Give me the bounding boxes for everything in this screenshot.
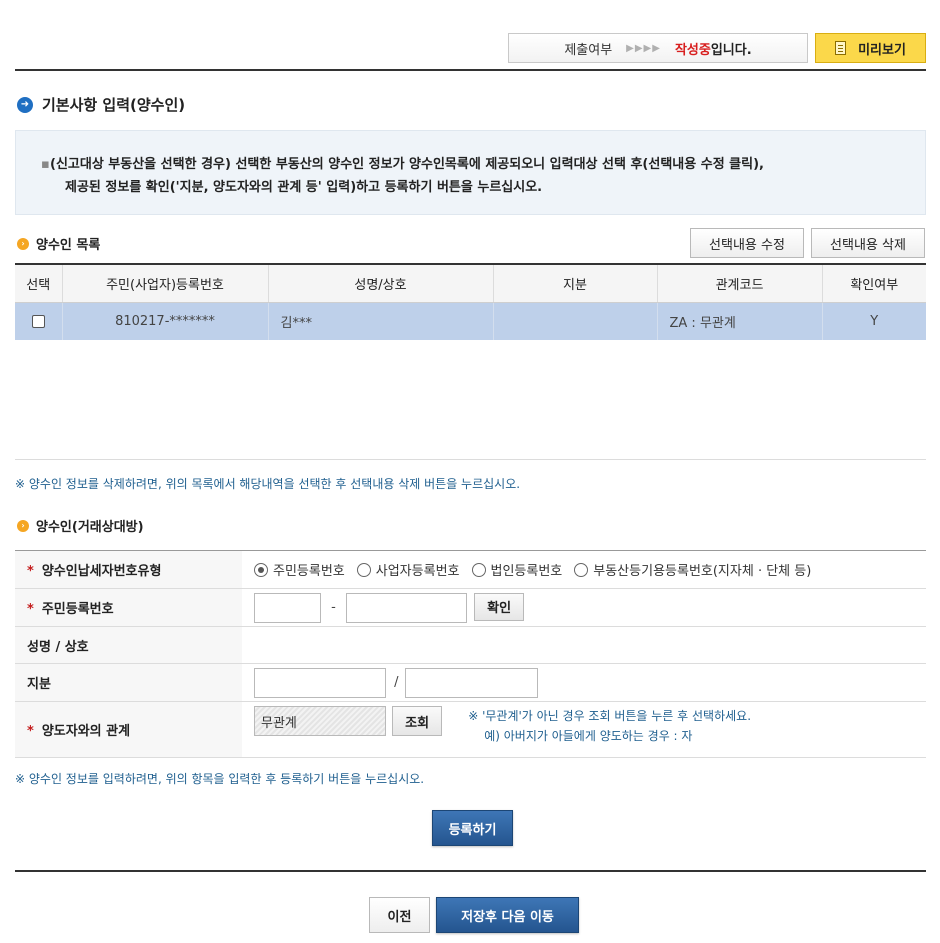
share-label: 지분 — [27, 677, 51, 692]
name-label-cell: 성명 / 상호 — [15, 626, 242, 664]
taxid-type-radio-group: 주민등록번호 사업자등록번호 법인등록번호 부동산등기용등록번호(지자체 · 단… — [254, 560, 926, 579]
radio-corporate-button[interactable] — [471, 562, 486, 577]
required-icon: * — [27, 564, 34, 579]
share-numerator-input[interactable] — [254, 667, 386, 698]
submission-status: 제출여부 ▶▶▶▶ 작성중 입니다. — [508, 33, 808, 63]
status-suffix: 입니다. — [710, 42, 752, 58]
radio-corporate[interactable]: 법인등록번호 — [471, 560, 563, 579]
form-row-taxid-type: * 양수인납세자번호유형 주민등록번호 사업자등록번호 법인등록번호 부동산등기용… — [15, 550, 926, 589]
relation-note: ※ '무관계'가 아닌 경우 조회 버튼을 누른 후 선택하세요. 예) 아버지… — [468, 706, 751, 746]
col-header-share: 지분 — [493, 263, 658, 303]
relation-label: 양도자와의 관계 — [41, 724, 131, 739]
table-header-row: 선택 주민(사업자)등록번호 성명/상호 지분 관계코드 확인여부 — [15, 263, 926, 303]
section-title-text: 기본사항 입력(양수인) — [42, 96, 186, 114]
relation-note-line-1: ※ '무관계'가 아닌 경우 조회 버튼을 누른 후 선택하세요. — [468, 709, 752, 723]
prev-button[interactable]: 이전 — [369, 897, 430, 933]
arrow-circle-icon: › — [17, 519, 29, 532]
table-row[interactable]: 810217-******* 김*** ZA : 무관계 Y — [15, 302, 926, 340]
list-title: › 양수인 목록 — [17, 234, 100, 253]
taxid-type-label-cell: * 양수인납세자번호유형 — [15, 550, 242, 589]
row-confirmed: Y — [822, 302, 926, 340]
radio-business-button[interactable] — [356, 562, 371, 577]
transferee-form: * 양수인납세자번호유형 주민등록번호 사업자등록번호 법인등록번호 부동산등기용… — [15, 550, 926, 758]
share-label-cell: 지분 — [15, 663, 242, 702]
relation-input[interactable] — [254, 706, 386, 736]
list-title-text: 양수인 목록 — [36, 238, 101, 253]
bottom-divider — [15, 870, 926, 872]
required-icon: * — [27, 602, 34, 617]
row-checkbox[interactable] — [31, 314, 45, 328]
arrow-circle-icon: › — [17, 237, 29, 250]
row-id: 810217-******* — [62, 302, 269, 340]
required-icon: * — [27, 724, 34, 739]
form-row-name: 성명 / 상호 — [15, 626, 926, 664]
rrn-cell: - 확인 — [242, 589, 926, 627]
delete-selected-button[interactable]: 선택내용 삭제 — [811, 228, 925, 258]
form-row-share: 지분 / — [15, 663, 926, 702]
notice-box: ▪ (신고대상 부동산을 선택한 경우) 선택한 부동산의 양수인 정보가 양수… — [15, 130, 926, 215]
col-header-id: 주민(사업자)등록번호 — [62, 263, 269, 303]
rrn-confirm-button[interactable]: 확인 — [474, 592, 525, 621]
relation-cell: 조회 ※ '무관계'가 아닌 경우 조회 버튼을 누른 후 선택하세요. 예) … — [242, 702, 926, 758]
radio-rrn-label: 주민등록번호 — [273, 564, 345, 579]
rrn-front-input[interactable] — [254, 592, 321, 623]
rrn-back-input[interactable] — [345, 592, 467, 623]
status-value: 작성중 — [674, 42, 711, 58]
taxid-type-label: 양수인납세자번호유형 — [41, 564, 162, 579]
arrow-circle-icon: ➜ — [17, 96, 33, 113]
col-header-name: 성명/상호 — [268, 263, 494, 303]
radio-registry-button[interactable] — [574, 562, 589, 577]
notice-line-2: 제공된 정보를 확인('지분, 양도자와의 관계 등' 입력)하고 등록하기 버… — [65, 180, 543, 195]
row-relation: ZA : 무관계 — [657, 302, 823, 340]
status-label: 제출여부 — [564, 42, 613, 58]
col-header-confirmed: 확인여부 — [822, 263, 926, 303]
name-cell — [242, 627, 926, 664]
delete-note: ※ 양수인 정보를 삭제하려면, 위의 목록에서 해당내역을 선택한 후 선택내… — [15, 477, 521, 491]
register-button[interactable]: 등록하기 — [432, 810, 513, 846]
rrn-label-cell: * 주민등록번호 — [15, 588, 242, 627]
row-share — [493, 302, 658, 340]
top-divider — [15, 69, 926, 71]
preview-button[interactable]: 미리보기 — [815, 33, 926, 63]
name-label: 성명 / 상호 — [27, 639, 89, 655]
taxid-type-cell: 주민등록번호 사업자등록번호 법인등록번호 부동산등기용등록번호(지자체 · 단… — [242, 551, 926, 589]
share-cell: / — [242, 664, 926, 702]
list-bottom-divider — [15, 459, 926, 460]
radio-business[interactable]: 사업자등록번호 — [356, 560, 460, 579]
radio-registry-label: 부동산등기용등록번호(지자체 · 단체 등) — [593, 564, 812, 579]
section-title: ➜ 기본사항 입력(양수인) — [17, 94, 185, 115]
radio-rrn[interactable]: 주민등록번호 — [254, 560, 345, 579]
status-arrows-icon: ▶▶▶▶ — [626, 42, 661, 54]
notice-line-1: (신고대상 부동산을 선택한 경우) 선택한 부동산의 양수인 정보가 양수인목… — [50, 157, 764, 172]
save-next-button[interactable]: 저장후 다음 이동 — [436, 897, 579, 933]
form-title: › 양수인(거래상대방) — [17, 516, 144, 535]
transferee-table: 선택 주민(사업자)등록번호 성명/상호 지분 관계코드 확인여부 810217… — [15, 263, 926, 340]
bullet-icon: ▪ — [41, 157, 50, 172]
radio-corporate-label: 법인등록번호 — [490, 564, 563, 579]
row-select-cell — [15, 302, 63, 340]
rrn-label: 주민등록번호 — [41, 602, 114, 617]
relation-label-cell: * 양도자와의 관계 — [15, 701, 242, 758]
relation-note-line-2: 예) 아버지가 아들에게 양도하는 경우 : 자 — [484, 729, 693, 743]
row-name: 김*** — [268, 302, 494, 340]
form-row-rrn: * 주민등록번호 - 확인 — [15, 588, 926, 627]
rrn-separator: - — [331, 600, 336, 615]
col-header-select: 선택 — [15, 263, 63, 303]
preview-button-label: 미리보기 — [858, 42, 906, 58]
radio-registry[interactable]: 부동산등기용등록번호(지자체 · 단체 등) — [574, 560, 811, 579]
form-row-relation: * 양도자와의 관계 조회 ※ '무관계'가 아닌 경우 조회 버튼을 누른 후 … — [15, 701, 926, 758]
document-icon — [835, 41, 847, 55]
share-denominator-input[interactable] — [404, 667, 538, 698]
share-separator: / — [394, 675, 399, 690]
edit-selected-button[interactable]: 선택내용 수정 — [690, 228, 804, 258]
relation-lookup-button[interactable]: 조회 — [392, 706, 443, 736]
input-note: ※ 양수인 정보를 입력하려면, 위의 항목을 입력한 후 등록하기 버튼을 누… — [15, 772, 425, 786]
radio-business-label: 사업자등록번호 — [375, 564, 460, 579]
radio-rrn-button[interactable] — [254, 562, 268, 577]
col-header-relation: 관계코드 — [657, 263, 823, 303]
form-title-text: 양수인(거래상대방) — [36, 520, 144, 535]
